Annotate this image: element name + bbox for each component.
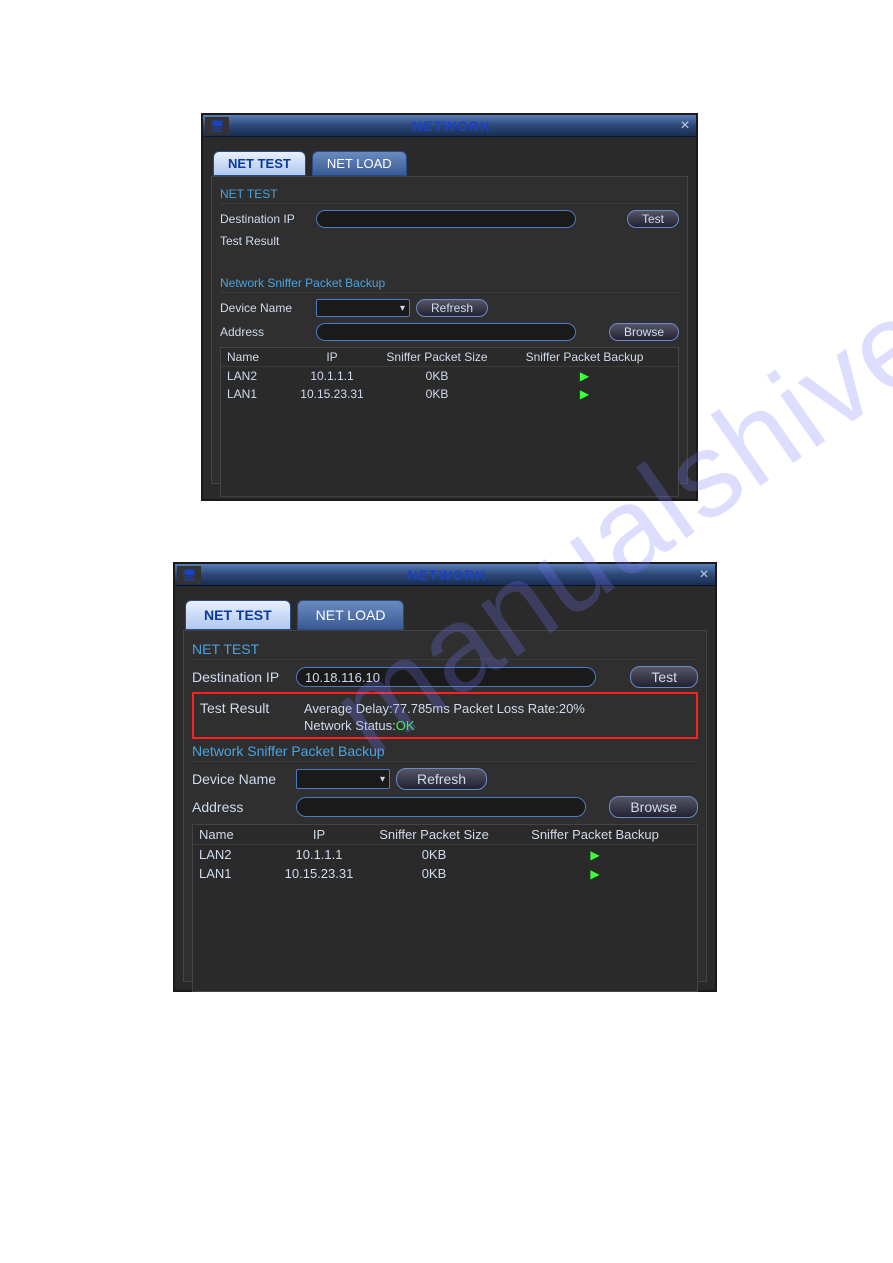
cell-name: LAN2 [199, 847, 269, 862]
window-title: NETWORK [201, 567, 693, 583]
start-capture-icon[interactable]: ▶ [497, 369, 672, 383]
tab-net-load[interactable]: NET LOAD [297, 600, 405, 630]
system-icon: 🖥 [177, 566, 201, 584]
window-title: NETWORK [229, 118, 674, 134]
dest-ip-input[interactable] [296, 667, 596, 687]
network-dialog-1: 🖥 NETWORK × NET TEST NET LOAD NET TEST D… [201, 113, 698, 501]
cell-size: 0KB [377, 369, 497, 383]
tab-bar: NET TEST NET LOAD [203, 137, 696, 176]
interface-list: Name IP Sniffer Packet Size Sniffer Pack… [192, 824, 698, 992]
test-result-label: Test Result [220, 234, 310, 248]
col-name: Name [199, 827, 269, 842]
network-status-value: OK [396, 718, 415, 733]
browse-button[interactable]: Browse [609, 323, 679, 341]
col-backup: Sniffer Packet Backup [497, 350, 672, 364]
test-result-box: Test Result Average Delay:77.785ms Packe… [192, 692, 698, 739]
cell-name: LAN1 [227, 387, 287, 401]
device-name-select[interactable]: ▾ [296, 769, 390, 789]
section-net-test: NET TEST [220, 187, 679, 204]
cell-size: 0KB [377, 387, 497, 401]
dest-ip-label: Destination IP [220, 212, 310, 226]
cell-ip: 10.15.23.31 [287, 387, 377, 401]
interface-list: Name IP Sniffer Packet Size Sniffer Pack… [220, 347, 679, 497]
cell-ip: 10.15.23.31 [269, 866, 369, 881]
address-input[interactable] [316, 323, 576, 341]
section-sniffer: Network Sniffer Packet Backup [220, 276, 679, 293]
dest-ip-input[interactable] [316, 210, 576, 228]
refresh-button[interactable]: Refresh [416, 299, 488, 317]
tab-bar: NET TEST NET LOAD [175, 586, 715, 630]
col-ip: IP [287, 350, 377, 364]
start-capture-icon[interactable]: ▶ [499, 848, 691, 862]
browse-button[interactable]: Browse [609, 796, 698, 818]
test-result-line1: Average Delay:77.785ms Packet Loss Rate:… [304, 701, 585, 716]
address-input[interactable] [296, 797, 586, 817]
cell-name: LAN2 [227, 369, 287, 383]
dest-ip-label: Destination IP [192, 669, 290, 685]
address-label: Address [220, 325, 310, 339]
list-header: Name IP Sniffer Packet Size Sniffer Pack… [193, 825, 697, 845]
cell-size: 0KB [369, 847, 499, 862]
panel: NET TEST Destination IP Test Test Result… [183, 630, 707, 982]
address-label: Address [192, 799, 290, 815]
col-backup: Sniffer Packet Backup [499, 827, 691, 842]
test-result-line2: Network Status:OK [304, 718, 415, 733]
list-row: LAN2 10.1.1.1 0KB ▶ [221, 367, 678, 385]
col-ip: IP [269, 827, 369, 842]
section-net-test: NET TEST [192, 641, 698, 660]
list-row: LAN2 10.1.1.1 0KB ▶ [193, 845, 697, 864]
section-sniffer: Network Sniffer Packet Backup [192, 743, 698, 762]
test-result-label: Test Result [200, 700, 298, 716]
col-name: Name [227, 350, 287, 364]
list-header: Name IP Sniffer Packet Size Sniffer Pack… [221, 348, 678, 367]
cell-name: LAN1 [199, 866, 269, 881]
device-name-select[interactable]: ▾ [316, 299, 410, 317]
panel: NET TEST Destination IP Test Test Result… [211, 176, 688, 484]
tab-net-test[interactable]: NET TEST [185, 600, 291, 630]
titlebar: 🖥 NETWORK × [175, 564, 715, 586]
close-icon[interactable]: × [693, 566, 715, 584]
list-row: LAN1 10.15.23.31 0KB ▶ [193, 864, 697, 883]
cell-ip: 10.1.1.1 [287, 369, 377, 383]
test-button[interactable]: Test [627, 210, 679, 228]
titlebar: 🖥 NETWORK × [203, 115, 696, 137]
close-icon[interactable]: × [674, 117, 696, 135]
cell-ip: 10.1.1.1 [269, 847, 369, 862]
test-button[interactable]: Test [630, 666, 698, 688]
start-capture-icon[interactable]: ▶ [499, 867, 691, 881]
system-icon: 🖥 [205, 117, 229, 135]
cell-size: 0KB [369, 866, 499, 881]
start-capture-icon[interactable]: ▶ [497, 387, 672, 401]
chevron-down-icon: ▾ [400, 303, 405, 314]
refresh-button[interactable]: Refresh [396, 768, 487, 790]
device-name-label: Device Name [192, 771, 290, 787]
network-status-label: Network Status: [304, 718, 396, 733]
network-dialog-2: 🖥 NETWORK × NET TEST NET LOAD NET TEST D… [173, 562, 717, 992]
list-row: LAN1 10.15.23.31 0KB ▶ [221, 385, 678, 403]
col-size: Sniffer Packet Size [369, 827, 499, 842]
device-name-label: Device Name [220, 301, 310, 315]
tab-net-test[interactable]: NET TEST [213, 151, 306, 176]
tab-net-load[interactable]: NET LOAD [312, 151, 407, 176]
chevron-down-icon: ▾ [380, 774, 385, 785]
col-size: Sniffer Packet Size [377, 350, 497, 364]
